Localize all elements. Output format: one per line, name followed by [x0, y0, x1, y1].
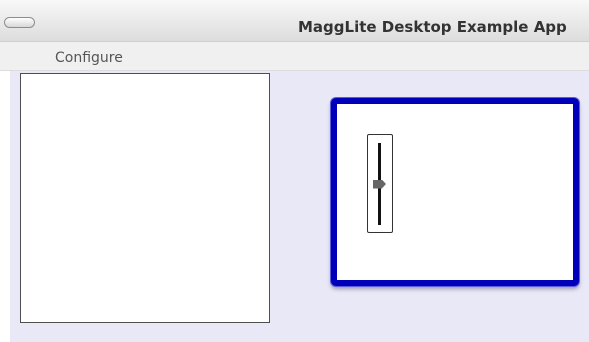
window-control-icon[interactable]: [4, 17, 35, 28]
application-window: MaggLite Desktop Example App Configure: [0, 0, 589, 342]
menu-configure[interactable]: Configure: [55, 48, 123, 68]
vertical-slider[interactable]: [367, 134, 393, 233]
title-bar[interactable]: MaggLite Desktop Example App: [0, 0, 589, 42]
side-panel[interactable]: [20, 73, 270, 323]
desktop-canvas: [10, 71, 589, 342]
workspace-frame[interactable]: [331, 98, 579, 286]
window-title: MaggLite Desktop Example App: [298, 18, 567, 36]
slider-thumb[interactable]: [373, 179, 386, 189]
